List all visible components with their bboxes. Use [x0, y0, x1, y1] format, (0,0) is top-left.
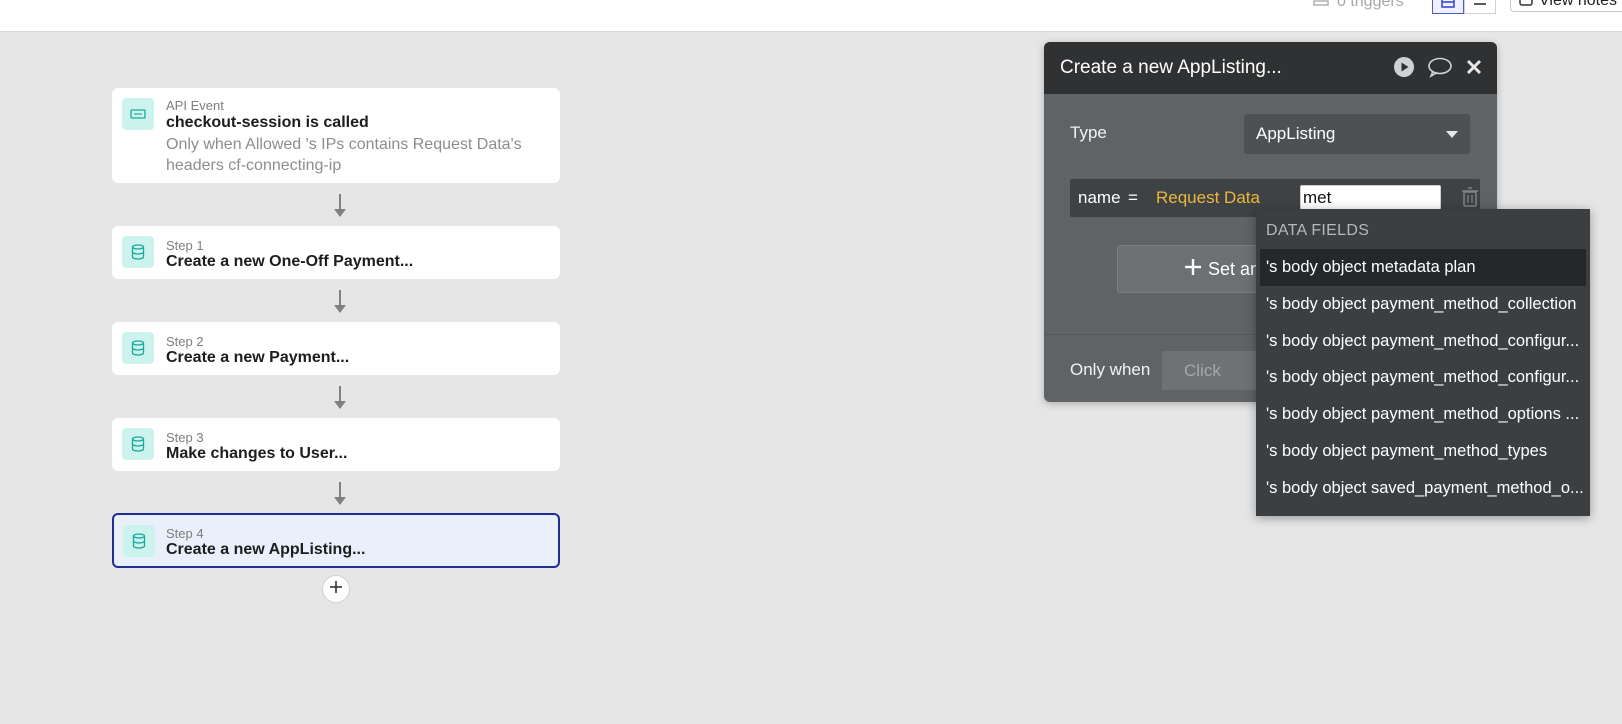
step-title: Create a new One-Off Payment...	[166, 253, 414, 270]
close-icon[interactable]	[1465, 58, 1483, 81]
add-step-button[interactable]	[322, 575, 350, 603]
view-toggle	[1432, 0, 1496, 14]
dropdown-option[interactable]: 's body object metadata plan	[1260, 249, 1586, 286]
expression-search-input[interactable]	[1300, 185, 1441, 210]
step-title: Create a new AppListing...	[166, 541, 366, 558]
flow-arrow	[332, 482, 348, 506]
triggers-icon	[1313, 0, 1329, 11]
dropdown-option[interactable]: 's body object saved_payment_method_o...	[1260, 470, 1586, 507]
notes-icon	[1519, 0, 1533, 11]
dropdown-header: DATA FIELDS	[1266, 222, 1370, 239]
api-event-icon	[122, 98, 154, 130]
flow-arrow	[332, 194, 348, 218]
chevron-down-icon	[1446, 124, 1458, 144]
only-when-label: Only when	[1070, 360, 1151, 379]
dropdown-option[interactable]: 's body object payment_method_collection	[1260, 286, 1586, 323]
database-icon	[123, 525, 155, 557]
type-select-value: AppListing	[1256, 124, 1336, 143]
event-condition: Only when Allowed 's IPs contains Reques…	[166, 136, 522, 174]
set-button-label: Set an	[1208, 258, 1261, 279]
event-title: checkout-session is called	[166, 114, 369, 131]
dropdown-option[interactable]: 's body object payment_method_options ..…	[1260, 396, 1586, 433]
database-icon	[122, 236, 154, 268]
dropdown-option[interactable]: 's body object payment_method_configur..…	[1260, 323, 1586, 360]
list-view-button[interactable]	[1464, 0, 1496, 14]
field-name-label: name	[1078, 188, 1121, 207]
type-label: Type	[1070, 123, 1107, 142]
card-view-icon	[1441, 0, 1455, 13]
triggers-label: 0 triggers	[1337, 0, 1404, 10]
plus-icon	[1184, 258, 1202, 281]
flow-arrow	[332, 386, 348, 410]
event-kicker: API Event	[166, 98, 224, 113]
step-card-2[interactable]: Step 2 Create a new Payment...	[112, 322, 560, 375]
panel-header: Create a new AppListing...	[1044, 42, 1497, 94]
step-title: Create a new Payment...	[166, 349, 350, 366]
step-kicker: Step 1	[166, 238, 204, 253]
dropdown-option[interactable]: 's body object payment_method_configur..…	[1260, 359, 1586, 396]
panel-actions	[1393, 56, 1483, 83]
step-card-4[interactable]: Step 4 Create a new AppListing...	[112, 513, 560, 568]
step-card-1[interactable]: Step 1 Create a new One-Off Payment...	[112, 226, 560, 279]
triggers-indicator[interactable]: 0 triggers	[1313, 0, 1404, 11]
flow-arrow	[332, 290, 348, 314]
database-icon	[122, 428, 154, 460]
only-when-condition-input[interactable]: Click	[1162, 351, 1262, 390]
dynamic-expression[interactable]: Request Data	[1156, 188, 1260, 208]
equals-sign: =	[1128, 188, 1138, 207]
plus-icon	[329, 580, 343, 599]
top-toolbar: 0 triggers View notes	[0, 0, 1622, 32]
list-view-icon	[1473, 0, 1487, 13]
database-icon	[122, 332, 154, 364]
api-event-card[interactable]: API Event checkout-session is called Onl…	[112, 88, 560, 183]
step-kicker: Step 4	[166, 526, 204, 541]
view-notes-button[interactable]: View notes	[1510, 0, 1622, 12]
step-title: Make changes to User...	[166, 445, 348, 462]
step-card-3[interactable]: Step 3 Make changes to User...	[112, 418, 560, 471]
view-notes-label: View notes	[1539, 0, 1617, 9]
type-select[interactable]: AppListing	[1244, 114, 1470, 154]
dropdown-option[interactable]: 's body object payment_method_types	[1260, 433, 1586, 470]
run-play-icon[interactable]	[1393, 56, 1415, 83]
data-fields-dropdown: DATA FIELDS 's body object metadata plan…	[1256, 209, 1590, 516]
card-view-button[interactable]	[1432, 0, 1464, 14]
panel-title: Create a new AppListing...	[1060, 57, 1282, 78]
step-kicker: Step 3	[166, 430, 204, 445]
comment-icon[interactable]	[1427, 56, 1453, 83]
step-kicker: Step 2	[166, 334, 204, 349]
